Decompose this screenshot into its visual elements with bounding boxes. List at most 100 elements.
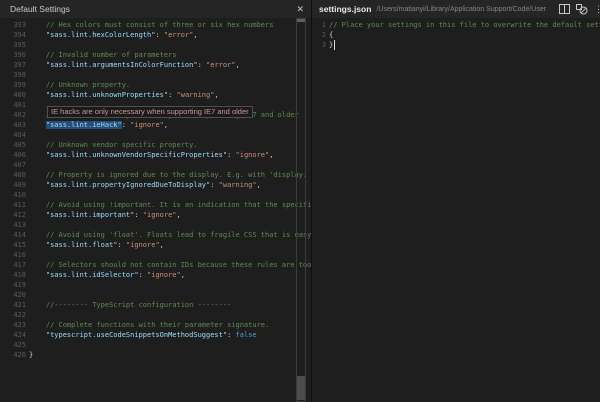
code-line[interactable]: 423 // Complete functions with their par… [0,320,311,330]
line-content: "sass.lint.float": "ignore", [26,240,164,250]
line-number: 405 [0,140,26,150]
line-number: 401 [0,100,26,110]
line-number: 404 [0,130,26,140]
code-line[interactable]: 403 "sass.lint.ieHack": "ignore", [0,120,311,130]
line-content [26,160,29,170]
line-number: 408 [0,170,26,180]
scrollbar-thumb[interactable] [297,376,305,400]
line-number: 402 [0,110,26,120]
line-content [26,100,29,110]
code-line[interactable]: 406 "sass.lint.unknownVendorSpecificProp… [0,150,311,160]
line-content: // Complete functions with their paramet… [26,320,269,330]
line-content: "sass.lint.important": "ignore", [26,210,181,220]
line-content: //-------- TypeScript configuration ----… [26,300,231,310]
right-editor-title: settings.json [312,4,371,14]
hover-tooltip: IE hacks are only necessary when support… [47,106,253,118]
line-content: } [326,40,333,50]
line-number: 393 [0,20,26,30]
line-number: 2 [312,30,326,40]
code-line[interactable]: 413 [0,220,311,230]
right-editor-file-path: /Users/matianyi/Library/Application Supp… [371,6,546,13]
code-line[interactable]: 418 "sass.lint.idSelector": "ignore", [0,270,311,280]
line-number: 422 [0,310,26,320]
line-number: 395 [0,40,26,50]
line-number: 399 [0,80,26,90]
code-line[interactable]: 417 // Selectors should not contain IDs … [0,260,311,270]
code-line[interactable]: 3} [312,40,600,50]
line-content: // Unknown vendor specific property. [26,140,198,150]
line-number: 415 [0,240,26,250]
line-number: 409 [0,180,26,190]
line-number: 420 [0,290,26,300]
code-line[interactable]: 394 "sass.lint.hexColorLength": "error", [0,30,311,40]
line-number: 418 [0,270,26,280]
code-line[interactable]: 393 // Hex colors must consist of three … [0,20,311,30]
code-line[interactable]: 408 // Property is ignored due to the di… [0,170,311,180]
line-content [26,290,29,300]
line-content: "sass.lint.hexColorLength": "error", [26,30,198,40]
line-content [26,310,29,320]
line-number: 394 [0,30,26,40]
line-number: 426 [0,350,26,360]
code-line[interactable]: 422 [0,310,311,320]
open-preview-icon[interactable] [576,4,588,15]
code-line[interactable]: 421 //-------- TypeScript configuration … [0,300,311,310]
code-line[interactable]: 407 [0,160,311,170]
line-number: 398 [0,70,26,80]
code-line[interactable]: 411 // Avoid using !important. It is an … [0,200,311,210]
left-editor-titlebar: Default Settings ✕ [0,0,311,18]
split-editor-icon[interactable] [559,4,570,14]
vscode-window: { "colors": { "editor_background": "#1e1… [0,0,600,402]
line-content: // Unknown property. [26,80,130,90]
code-line[interactable]: 419 [0,280,311,290]
code-line[interactable]: 414 // Avoid using 'float'. Floats lead … [0,230,311,240]
code-line[interactable]: 415 "sass.lint.float": "ignore", [0,240,311,250]
code-line[interactable]: 398 [0,70,311,80]
code-line[interactable]: 399 // Unknown property. [0,80,311,90]
line-content: "sass.lint.unknownVendorSpecificProperti… [26,150,273,160]
code-line[interactable]: 2{ [312,30,600,40]
line-number: 397 [0,60,26,70]
code-line[interactable]: 409 "sass.lint.propertyIgnoredDueToDispl… [0,180,311,190]
line-content [26,250,29,260]
code-line[interactable]: 400 "sass.lint.unknownProperties": "warn… [0,90,311,100]
code-line[interactable]: 404 [0,130,311,140]
line-content: "typescript.useCodeSnippetsOnMethodSugge… [26,330,257,340]
code-line[interactable]: 420 [0,290,311,300]
line-number: 414 [0,230,26,240]
code-line[interactable]: 426} [0,350,311,360]
line-number: 412 [0,210,26,220]
left-code-area[interactable]: 393 // Hex colors must consist of three … [0,18,311,402]
line-number: 410 [0,190,26,200]
right-code-area[interactable]: 1// Place your settings in this file to … [312,18,600,402]
code-line[interactable]: 395 [0,40,311,50]
line-content: // Invalid number of parameters [26,50,177,60]
scrollbar-top-shadow [297,19,305,22]
text-cursor [334,40,335,50]
code-line[interactable]: 397 "sass.lint.argumentsInColorFunction"… [0,60,311,70]
line-number: 421 [0,300,26,310]
code-line[interactable]: 425 [0,340,311,350]
line-number: 406 [0,150,26,160]
line-number: 413 [0,220,26,230]
line-content [26,70,29,80]
code-line[interactable]: 410 [0,190,311,200]
line-content: } [26,350,33,360]
code-line[interactable]: 412 "sass.lint.important": "ignore", [0,210,311,220]
close-icon[interactable]: ✕ [296,0,304,18]
code-line[interactable]: 396 // Invalid number of parameters [0,50,311,60]
left-vertical-scrollbar[interactable] [296,18,306,402]
code-line[interactable]: 1// Place your settings in this file to … [312,20,600,30]
code-line[interactable]: 416 [0,250,311,260]
line-number: 419 [0,280,26,290]
code-line[interactable]: 405 // Unknown vendor specific property. [0,140,311,150]
line-content: // Property is ignored due to the displa… [26,170,311,180]
line-number: 417 [0,260,26,270]
more-actions-icon[interactable]: ⋮ [594,0,600,18]
line-number: 3 [312,40,326,50]
line-number: 400 [0,90,26,100]
settings-json-editor-pane: settings.json /Users/matianyi/Library/Ap… [312,0,600,402]
code-line[interactable]: 424 "typescript.useCodeSnippetsOnMethodS… [0,330,311,340]
line-content: "sass.lint.unknownProperties": "warning"… [26,90,219,100]
line-content: { [326,30,333,40]
